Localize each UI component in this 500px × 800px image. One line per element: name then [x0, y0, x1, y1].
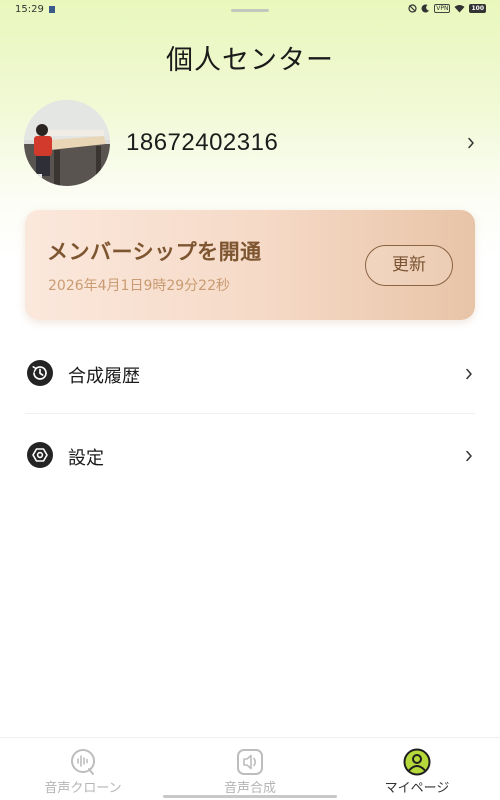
membership-card[interactable]: メンバーシップを開通 2026年4月1日9時29分22秒 更新: [25, 210, 475, 320]
home-indicator: [163, 795, 337, 798]
moon-icon: [421, 4, 430, 13]
tab-voice-synthesis-label: 音声合成: [223, 781, 276, 796]
chevron-right-icon: [468, 137, 474, 149]
profile-row[interactable]: 18672402316: [24, 100, 479, 186]
battery-badge: 100: [469, 4, 486, 13]
menu-item-history-label: 合成履歴: [68, 366, 140, 387]
menu-item-settings[interactable]: 設定: [25, 430, 475, 482]
speaker-icon: [237, 749, 263, 775]
bottom-nav: 音声クローン 音声合成 マイページ: [0, 737, 500, 800]
avatar-image: [24, 100, 110, 186]
top-handle: [231, 9, 269, 12]
membership-title: メンバーシップを開通: [47, 240, 262, 264]
divider: [25, 413, 475, 414]
page-title: 個人センター: [166, 45, 334, 76]
settings-icon: [27, 442, 53, 468]
history-icon: [27, 360, 53, 386]
chevron-right-icon: [466, 450, 472, 462]
my-page-screen: 15:29 VPN 100 個人センター 18672402316 メンバーシップ…: [0, 0, 500, 800]
mute-icon: [408, 4, 417, 13]
avatar[interactable]: [24, 100, 110, 186]
system-icons: VPN 100: [408, 4, 486, 13]
membership-expiry: 2026年4月1日9時29分22秒: [48, 278, 230, 294]
tab-my-page[interactable]: マイページ: [334, 738, 500, 800]
chevron-right-icon: [466, 368, 472, 380]
renew-button[interactable]: 更新: [365, 245, 453, 286]
tab-my-page-label: マイページ: [384, 781, 450, 796]
phone-number: 18672402316: [126, 129, 279, 156]
menu-item-settings-label: 設定: [68, 448, 104, 469]
notification-icon: [49, 6, 55, 13]
voice-clone-icon: [71, 749, 95, 775]
vpn-badge: VPN: [434, 4, 451, 13]
user-icon: [403, 748, 431, 776]
wifi-icon: [454, 5, 465, 13]
tab-voice-clone-label: 音声クローン: [44, 781, 122, 796]
tab-voice-synthesis[interactable]: 音声合成: [167, 738, 333, 800]
menu-item-history[interactable]: 合成履歴: [25, 348, 475, 400]
tab-voice-clone[interactable]: 音声クローン: [0, 738, 166, 800]
status-time: 15:29: [15, 4, 44, 15]
